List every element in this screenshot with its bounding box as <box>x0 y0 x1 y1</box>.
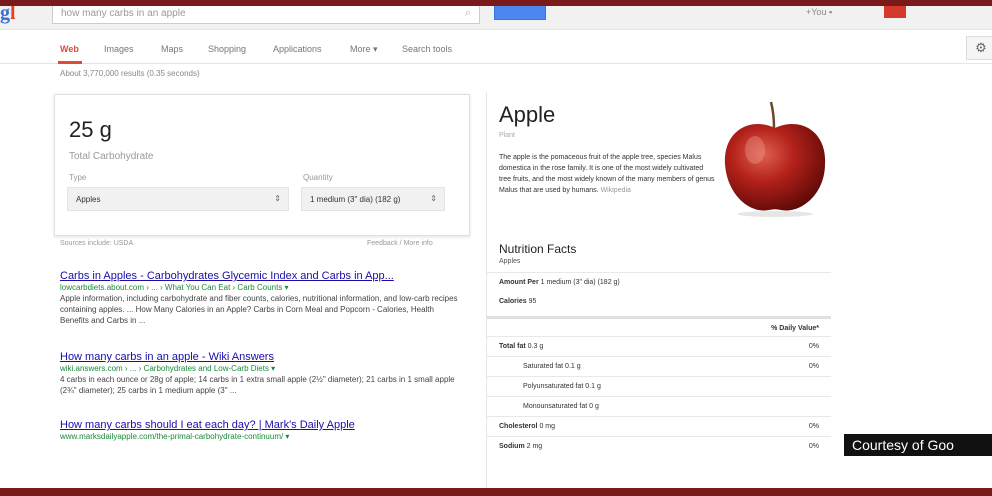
nutrient-amount: 0.1 g <box>565 363 581 370</box>
nutrient-amount: 2 mg <box>526 443 543 450</box>
search-page: gl how many carbs in an apple ⌕ +You ▪ W… <box>0 6 992 488</box>
search-result: Carbs in Apples - Carbohydrates Glycemic… <box>60 270 460 326</box>
tab-shopping[interactable]: Shopping <box>208 44 246 54</box>
nutrient-name: Sodium <box>499 443 525 450</box>
top-bar: gl how many carbs in an apple ⌕ +You ▪ <box>0 6 992 30</box>
nutrient-label-group: Sodium 2 mg <box>499 443 542 450</box>
nutrient-daily-value: 0% <box>808 343 819 350</box>
nutrient-row: Monounsaturated fat 0 g <box>487 396 831 416</box>
magnifier-icon: ⌕ <box>464 7 471 19</box>
tab-maps[interactable]: Maps <box>161 44 183 54</box>
quantity-label: Quantity <box>303 173 333 182</box>
amount-per-label: Amount Per <box>499 279 539 286</box>
nutrition-answer-card: 25 g Total Carbohydrate Type Quantity Ap… <box>54 94 470 236</box>
logo-letter-2: l <box>10 6 16 24</box>
nutrition-facts-title: Nutrition Facts <box>499 242 577 256</box>
nutrient-label-group: Total fat 0.3 g <box>499 343 543 350</box>
calories-value: 95 <box>528 298 537 305</box>
nutrient-name: Total fat <box>499 343 526 350</box>
nutrient-label-group: Polyunsaturated fat 0.1 g <box>523 383 601 390</box>
type-label: Type <box>69 173 87 182</box>
nutrient-name: Polyunsaturated fat <box>523 383 584 390</box>
gear-icon[interactable]: ⚙ <box>966 36 992 60</box>
logo-letter-1: g <box>0 6 10 24</box>
kp-title: Apple <box>499 102 556 127</box>
feedback-link[interactable]: Feedback / More info <box>367 240 433 247</box>
result-url[interactable]: wiki.answers.com › ... › Carbohydrates a… <box>60 364 460 373</box>
google-logo[interactable]: gl <box>0 6 16 25</box>
quantity-select[interactable]: 1 medium (3" dia) (182 g) ⇕ <box>301 187 445 211</box>
quantity-select-value: 1 medium (3" dia) (182 g) <box>310 195 401 204</box>
calories-row: Calories 95 <box>487 292 831 312</box>
result-title-link[interactable]: How many carbs should I eat each day? | … <box>60 419 460 431</box>
tab-search-tools[interactable]: Search tools <box>402 44 452 54</box>
tab-images[interactable]: Images <box>104 44 134 54</box>
search-query-text: how many carbs in an apple <box>61 8 186 19</box>
nutrient-amount: 0.3 g <box>527 343 544 350</box>
nutrient-row: Cholesterol 0 mg 0% <box>487 416 831 436</box>
nutrient-row: Sodium 2 mg 0% <box>487 436 831 456</box>
search-result: How many carbs should I eat each day? | … <box>60 419 460 442</box>
search-tabs: Web Images Maps Shopping Applications Mo… <box>0 34 992 64</box>
wikipedia-link[interactable]: Wikipedia <box>601 187 631 194</box>
account-text[interactable]: +You ▪ <box>806 7 832 17</box>
sources-note: Sources include: USDA <box>60 240 134 247</box>
result-title-link[interactable]: Carbs in Apples - Carbohydrates Glycemic… <box>60 270 460 282</box>
nutrient-amount: 0 mg <box>539 423 556 430</box>
nutrient-row: Saturated fat 0.1 g 0% <box>487 356 831 376</box>
results-count: About 3,770,000 results (0.35 seconds) <box>60 69 200 78</box>
kp-subtitle: Plant <box>499 132 515 139</box>
result-snippet: Apple information, including carbohydrat… <box>60 294 458 325</box>
share-button[interactable] <box>884 6 906 18</box>
nutrient-name: Monounsaturated fat <box>523 403 588 410</box>
nutrient-daily-value: 0% <box>808 363 819 370</box>
nutrient-label-group: Saturated fat 0.1 g <box>523 363 581 370</box>
nutrient-amount: 0.1 g <box>585 383 601 390</box>
active-tab-indicator <box>58 61 82 64</box>
daily-value-header-row: % Daily Value* <box>487 316 831 336</box>
type-select[interactable]: Apples ⇕ <box>67 187 289 211</box>
nutrient-name: Saturated fat <box>523 363 564 370</box>
result-url[interactable]: www.marksdailyapple.com/the-primal-carbo… <box>60 432 460 441</box>
nutrient-row: Polyunsaturated fat 0.1 g <box>487 376 831 396</box>
daily-value-header: % Daily Value* <box>771 325 819 332</box>
answer-label: Total Carbohydrate <box>69 151 154 162</box>
search-result: How many carbs in an apple - Wiki Answer… <box>60 351 460 396</box>
tab-web[interactable]: Web <box>60 44 79 54</box>
result-url[interactable]: lowcarbdiets.about.com › ... › What You … <box>60 283 460 292</box>
nutrient-name: Cholesterol <box>499 423 538 430</box>
nutrient-daily-value: 0% <box>808 443 819 450</box>
answer-value: 25 g <box>69 117 112 142</box>
amount-per-value: 1 medium (3" dia) (182 g) <box>540 279 620 286</box>
nutrition-facts-subtitle: Apples <box>499 258 521 265</box>
result-snippet: 4 carbs in each ounce or 28g of apple; 1… <box>60 375 455 395</box>
nutrient-daily-value: 0% <box>808 423 819 430</box>
nutrient-label-group: Cholesterol 0 mg <box>499 423 555 430</box>
tab-applications[interactable]: Applications <box>273 44 322 54</box>
amount-per-row: Amount Per 1 medium (3" dia) (182 g) <box>487 272 831 292</box>
nutrient-label-group: Monounsaturated fat 0 g <box>523 403 599 410</box>
apple-image[interactable] <box>719 98 831 218</box>
nutrient-row: Total fat 0.3 g 0% <box>487 336 831 356</box>
type-select-value: Apples <box>76 195 101 204</box>
tab-more[interactable]: More ▾ <box>350 44 378 55</box>
nutrient-amount: 0 g <box>589 403 599 410</box>
result-title-link[interactable]: How many carbs in an apple - Wiki Answer… <box>60 351 460 363</box>
courtesy-caption: Courtesy of Goo <box>844 434 992 456</box>
select-arrows-icon: ⇕ <box>430 194 437 203</box>
calories-label: Calories <box>499 298 527 305</box>
knowledge-panel: Apple Plant The apple is the pomaceous f… <box>486 92 831 488</box>
select-arrows-icon: ⇕ <box>274 194 281 203</box>
search-input[interactable]: how many carbs in an apple ⌕ <box>52 6 480 24</box>
kp-description: The apple is the pomaceous fruit of the … <box>499 152 715 196</box>
search-button[interactable] <box>494 6 546 20</box>
